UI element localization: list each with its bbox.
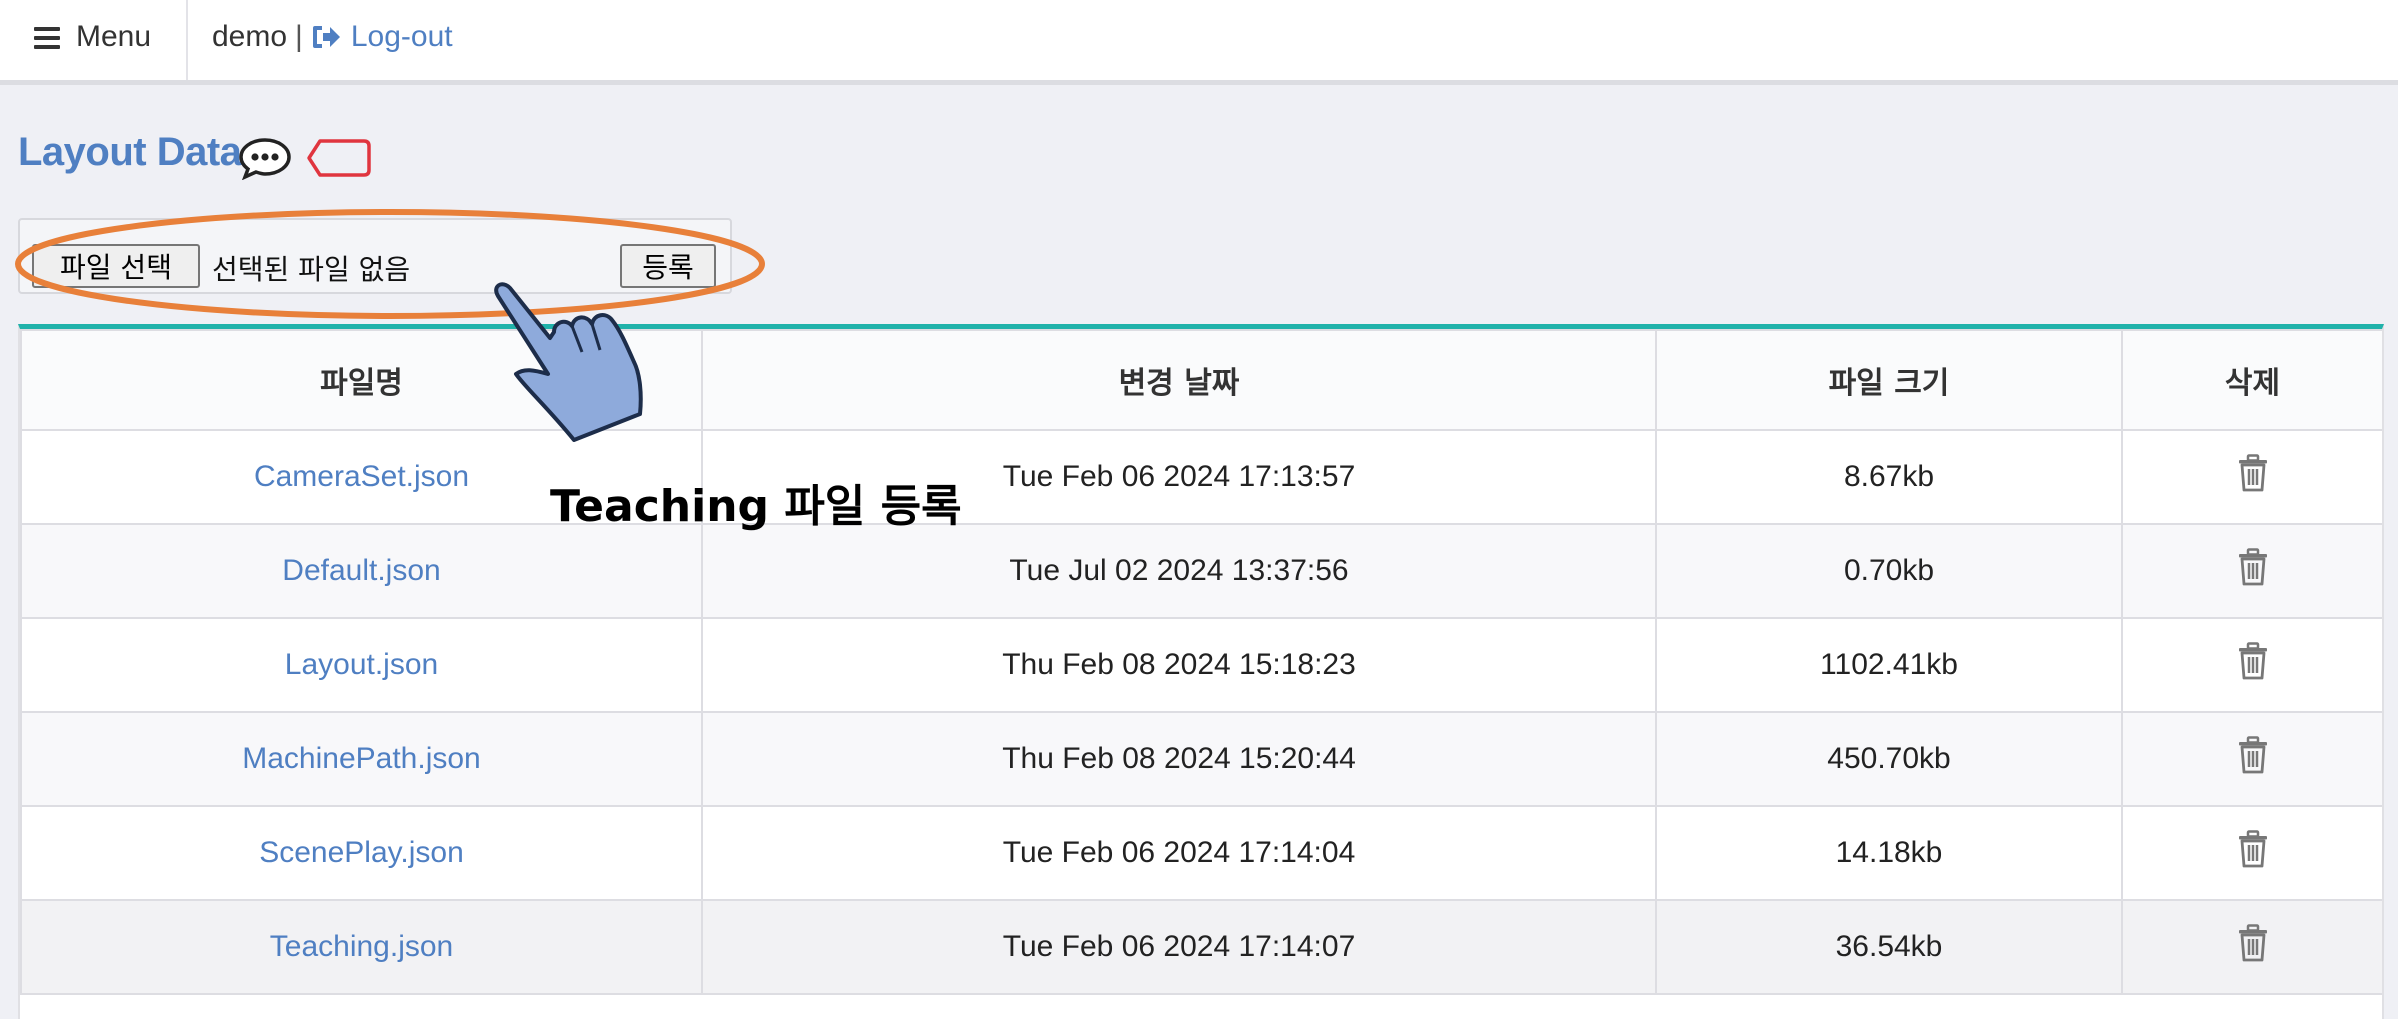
trash-icon[interactable]: [2237, 548, 2269, 594]
delete-cell: [2121, 429, 2382, 525]
table-header-row: 파일명 변경 날짜 파일 크기 삭제: [20, 329, 2382, 431]
logout-label: Log-out: [350, 20, 453, 53]
trash-icon[interactable]: [2237, 454, 2269, 500]
file-size: 36.54kb: [1655, 899, 2123, 995]
delete-cell: [2121, 711, 2382, 807]
file-name-link[interactable]: Layout.json: [20, 617, 703, 713]
annotation-caption: Teaching 파일 등록: [550, 481, 962, 532]
logout-link[interactable]: Log-out: [311, 20, 453, 54]
modified-date: Thu Feb 08 2024 15:20:44: [701, 711, 1657, 807]
sign-out-icon: [312, 26, 340, 48]
user-area: demo | Log-out: [212, 20, 453, 54]
top-navbar: Menu demo | Log-out: [0, 0, 2398, 85]
modified-date: Tue Jul 02 2024 13:37:56: [701, 523, 1657, 619]
delete-cell: [2121, 523, 2382, 619]
hamburger-icon: [34, 27, 60, 49]
modified-date: Thu Feb 08 2024 15:18:23: [701, 617, 1657, 713]
menu-button[interactable]: Menu: [0, 0, 188, 80]
file-name-link[interactable]: MachinePath.json: [20, 711, 703, 807]
user-name: demo: [212, 20, 288, 53]
trash-icon[interactable]: [2237, 736, 2269, 782]
file-table-panel: 파일명 변경 날짜 파일 크기 삭제 CameraSet.json Tue Fe…: [18, 324, 2384, 1019]
table-row: Default.json Tue Jul 02 2024 13:37:56 0.…: [20, 523, 2382, 619]
modified-date: Tue Feb 06 2024 17:14:04: [701, 805, 1657, 901]
tag-icon[interactable]: [306, 138, 372, 178]
file-table: 파일명 변경 날짜 파일 크기 삭제 CameraSet.json Tue Fe…: [20, 329, 2382, 995]
table-row: CameraSet.json Tue Feb 06 2024 17:13:57 …: [20, 429, 2382, 525]
table-row: MachinePath.json Thu Feb 08 2024 15:20:4…: [20, 711, 2382, 807]
header-modified-date: 변경 날짜: [701, 329, 1657, 431]
table-row: Layout.json Thu Feb 08 2024 15:18:23 110…: [20, 617, 2382, 713]
file-name-link[interactable]: Teaching.json: [20, 899, 703, 995]
modified-date: Tue Feb 06 2024 17:14:07: [701, 899, 1657, 995]
page-title: Layout Data: [18, 130, 242, 174]
file-size: 450.70kb: [1655, 711, 2123, 807]
file-name-link[interactable]: ScenePlay.json: [20, 805, 703, 901]
table-row: ScenePlay.json Tue Feb 06 2024 17:14:04 …: [20, 805, 2382, 901]
trash-icon[interactable]: [2237, 830, 2269, 876]
menu-label: Menu: [76, 20, 152, 53]
delete-cell: [2121, 617, 2382, 713]
hand-pointer-icon: [494, 282, 643, 442]
delete-cell: [2121, 805, 2382, 901]
delete-cell: [2121, 899, 2382, 995]
header-delete: 삭제: [2121, 329, 2382, 431]
file-size: 8.67kb: [1655, 429, 2123, 525]
trash-icon[interactable]: [2237, 924, 2269, 970]
separator: |: [295, 20, 303, 53]
header-file-size: 파일 크기: [1655, 329, 2123, 431]
comment-dots-icon[interactable]: [238, 136, 292, 180]
file-name-link[interactable]: Default.json: [20, 523, 703, 619]
file-size: 0.70kb: [1655, 523, 2123, 619]
table-row: Teaching.json Tue Feb 06 2024 17:14:07 3…: [20, 899, 2382, 995]
file-size: 14.18kb: [1655, 805, 2123, 901]
trash-icon[interactable]: [2237, 642, 2269, 688]
file-size: 1102.41kb: [1655, 617, 2123, 713]
